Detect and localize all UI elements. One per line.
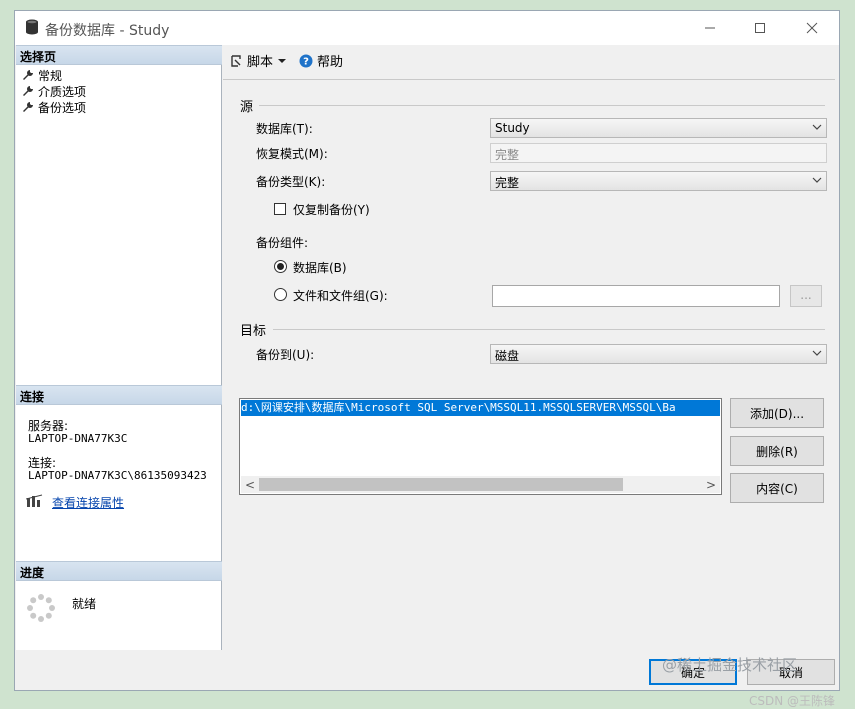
- pages-header: 选择页: [16, 45, 222, 65]
- backup-type-select[interactable]: 完整: [490, 171, 827, 191]
- backup-type-select-value: 完整: [495, 176, 520, 190]
- wrench-icon: [23, 86, 33, 96]
- toolbar: 脚本 ? 帮助: [223, 45, 839, 75]
- title-bar: 备份数据库 - Study: [15, 11, 839, 45]
- recovery-model-field: 完整: [490, 143, 827, 163]
- watermark-juejin: @稀土掘金技术社区: [662, 656, 798, 674]
- page-item-backup-options[interactable]: 备份选项: [22, 99, 86, 115]
- horizontal-scrollbar[interactable]: < >: [241, 476, 720, 493]
- remove-button[interactable]: 删除(R): [730, 436, 824, 466]
- connection-value: LAPTOP-DNA77K3C\86135093423: [28, 469, 207, 482]
- window-title: 备份数据库 - Study: [45, 23, 170, 39]
- component-files-radio[interactable]: [274, 288, 287, 301]
- help-label: 帮助: [317, 55, 344, 70]
- backup-database-window: 备份数据库 - Study 选择页 常规 介质选项 备份选项 连接 服务器: L…: [14, 10, 840, 691]
- close-button[interactable]: [789, 13, 835, 43]
- progress-spinner-icon: [27, 594, 55, 622]
- maximize-button[interactable]: [737, 13, 783, 43]
- server-value: LAPTOP-DNA77K3C: [28, 432, 128, 445]
- minimize-button[interactable]: [687, 13, 733, 43]
- script-icon: [231, 54, 241, 67]
- copy-only-label: 仅复制备份(Y): [293, 203, 370, 217]
- backup-to-label: 备份到(U):: [256, 348, 315, 362]
- close-icon: [806, 22, 818, 34]
- source-group-title: 源: [240, 100, 254, 115]
- database-label: 数据库(T):: [256, 122, 313, 136]
- minimize-icon: [705, 27, 715, 29]
- filegroups-textbox: [492, 285, 780, 307]
- backup-destination-list[interactable]: d:\网课安排\数据库\Microsoft SQL Server\MSSQL11…: [239, 398, 722, 495]
- page-item-label: 介质选项: [38, 84, 87, 99]
- component-database-label: 数据库(B): [293, 261, 347, 275]
- filegroups-browse-button: ...: [790, 285, 822, 307]
- script-button[interactable]: 脚本: [229, 51, 287, 70]
- progress-status: 就绪: [72, 597, 97, 611]
- contents-button[interactable]: 内容(C): [730, 473, 824, 503]
- destination-group-title: 目标: [240, 324, 267, 339]
- help-icon: ?: [299, 54, 313, 67]
- database-icon: [26, 19, 38, 35]
- source-group-divider: [259, 105, 825, 106]
- backup-to-select[interactable]: 磁盘: [490, 344, 827, 364]
- database-select-value: Study: [495, 121, 530, 135]
- page-item-media-options[interactable]: 介质选项: [22, 83, 86, 99]
- list-item[interactable]: d:\网课安排\数据库\Microsoft SQL Server\MSSQL11…: [241, 400, 720, 416]
- chevron-down-icon: [278, 58, 287, 63]
- connection-header: 连接: [16, 385, 222, 405]
- recovery-model-label: 恢复模式(M):: [256, 147, 328, 161]
- backup-to-select-value: 磁盘: [495, 349, 520, 363]
- radio-selected-dot: [277, 263, 284, 270]
- scrollbar-thumb[interactable]: [259, 478, 623, 491]
- chevron-right-icon[interactable]: >: [703, 477, 719, 492]
- chevron-down-icon: [812, 124, 822, 130]
- svg-text:?: ?: [303, 56, 309, 67]
- wrench-icon: [23, 70, 33, 80]
- script-label: 脚本: [247, 55, 274, 70]
- view-connection-properties-link[interactable]: 查看连接属性: [52, 494, 124, 511]
- destination-group-divider: [273, 329, 825, 330]
- chevron-down-icon: [812, 177, 822, 183]
- chevron-left-icon[interactable]: <: [242, 477, 258, 492]
- watermark-csdn: CSDN @王陈锋: [748, 694, 835, 708]
- maximize-icon: [755, 23, 765, 33]
- page-item-general[interactable]: 常规: [22, 67, 62, 83]
- connection-properties-icon: [26, 494, 43, 507]
- component-database-radio[interactable]: [274, 260, 287, 273]
- wrench-icon: [23, 102, 33, 112]
- component-files-label: 文件和文件组(G):: [293, 289, 388, 303]
- progress-header: 进度: [16, 561, 222, 581]
- chevron-down-icon: [812, 350, 822, 356]
- help-button[interactable]: ? 帮助: [299, 51, 343, 70]
- page-item-label: 常规: [38, 68, 63, 83]
- left-panel: 选择页 常规 介质选项 备份选项 连接 服务器: LAPTOP-DNA77K3C…: [16, 45, 222, 650]
- page-item-label: 备份选项: [38, 100, 87, 115]
- general-page-content: 源 数据库(T): Study 恢复模式(M): 完整 备份类型(K): 完整 …: [223, 79, 835, 651]
- add-button[interactable]: 添加(D)...: [730, 398, 824, 428]
- backup-type-label: 备份类型(K):: [256, 175, 326, 189]
- copy-only-checkbox[interactable]: [274, 203, 286, 215]
- backup-component-label: 备份组件:: [256, 236, 309, 250]
- database-select[interactable]: Study: [490, 118, 827, 138]
